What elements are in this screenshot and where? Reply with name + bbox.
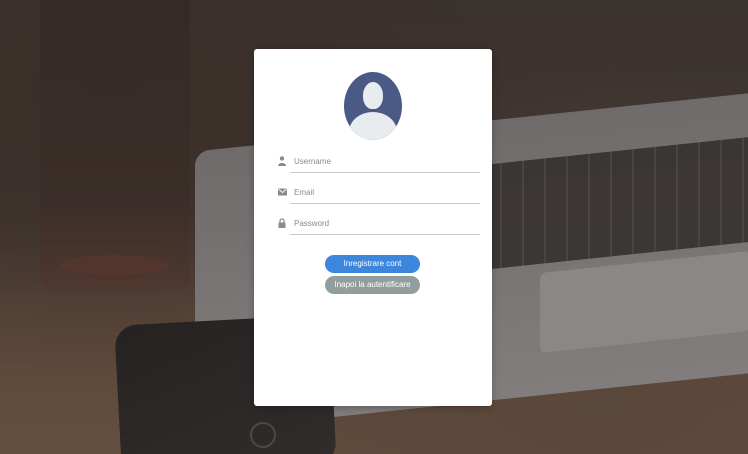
lock-icon	[278, 218, 286, 228]
avatar-body	[349, 112, 397, 140]
user-icon	[278, 156, 286, 166]
email-input[interactable]	[290, 182, 480, 204]
password-input[interactable]	[290, 213, 480, 235]
envelope-icon	[278, 188, 287, 196]
register-card: Inregistrare cont Inapoi la autentificar…	[254, 49, 492, 406]
back-to-login-button[interactable]: Inapoi la autentificare	[325, 276, 420, 294]
email-field-row	[278, 182, 480, 204]
avatar	[344, 72, 402, 140]
username-input[interactable]	[290, 151, 480, 173]
register-button[interactable]: Inregistrare cont	[325, 255, 420, 273]
username-field-row	[278, 151, 480, 173]
avatar-head	[363, 82, 383, 109]
password-field-row	[278, 213, 480, 235]
